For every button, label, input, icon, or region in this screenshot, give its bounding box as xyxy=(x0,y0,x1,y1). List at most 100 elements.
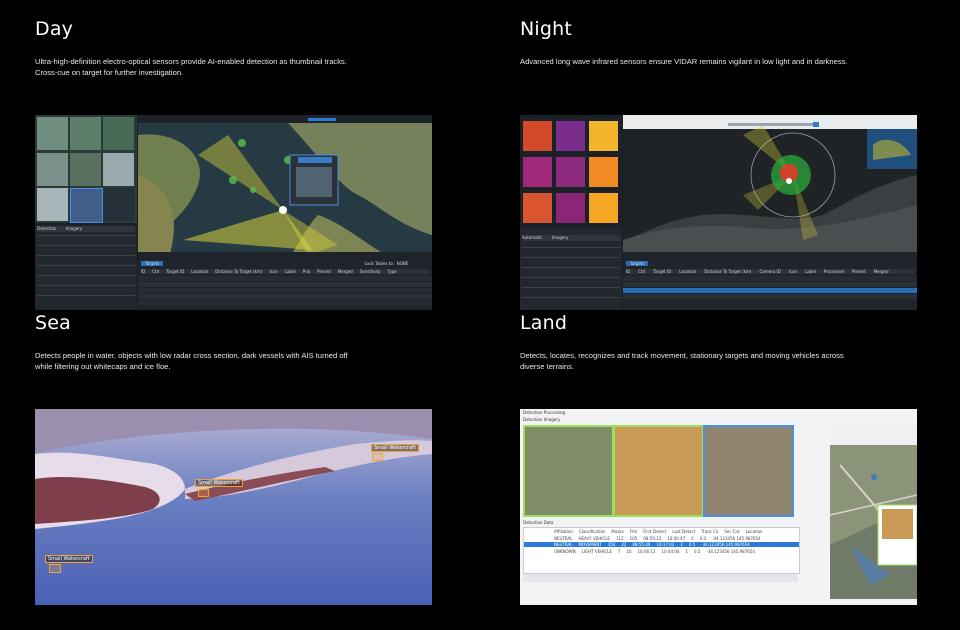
night-col-camera-id[interactable]: Camera ID xyxy=(759,269,780,274)
day-col-prio[interactable]: Prio xyxy=(303,269,311,274)
cell: 112 xyxy=(615,536,624,541)
day-col-ctrl[interactable]: Ctrl xyxy=(152,269,159,274)
land-col-last-detect[interactable]: Last Detect xyxy=(672,529,695,534)
day-col-location[interactable]: Location xyxy=(191,269,208,274)
land-col-frm[interactable]: Frm xyxy=(630,529,637,534)
night-map[interactable] xyxy=(623,115,917,260)
cell: 22 xyxy=(621,542,627,547)
day-col-distance[interactable]: Distance To Target (km) xyxy=(215,269,262,274)
table-row[interactable] xyxy=(138,294,432,299)
land-col-classification[interactable]: Classification xyxy=(579,529,605,534)
cell: 7 xyxy=(617,549,621,554)
land-col-first-detect[interactable]: First Detect xyxy=(643,529,666,534)
cell: UNKNOWN xyxy=(554,549,576,554)
cell: -34.123456 145.987654 xyxy=(712,536,761,541)
night-col-distance[interactable]: Distance To Target (km) xyxy=(704,269,751,274)
cell: 10:00:47 xyxy=(667,536,686,541)
night-title: Night xyxy=(520,18,573,40)
day-targets-table: Targets Lock Tables to : NONE ID Ctrl Ta… xyxy=(138,260,432,310)
cell: 150 xyxy=(607,542,616,547)
land-col-location[interactable]: Location xyxy=(746,529,763,534)
cell: 0.0 xyxy=(699,536,707,541)
day-map[interactable] xyxy=(138,115,432,260)
day-tab-targets[interactable]: Targets xyxy=(141,261,164,266)
day-description: Ultra-high-definition electro-optical se… xyxy=(35,57,347,77)
land-col-masks[interactable]: Masks xyxy=(611,529,623,534)
detection-box[interactable] xyxy=(49,564,61,573)
sea-image: Small Watercraft Small Watercraft Small … xyxy=(35,409,432,605)
cell: -34.123456 145.987654 xyxy=(701,542,750,547)
night-detail-tab-imagery[interactable]: Imagery xyxy=(552,235,569,240)
night-screenshot: Automatic Imagery Targets ID Ctrl Target… xyxy=(520,115,917,310)
table-row[interactable] xyxy=(623,288,917,293)
land-bottom-toolbar xyxy=(523,574,798,582)
night-detail-tab-automatic[interactable]: Automatic xyxy=(522,235,543,240)
detection-label: Small Watercraft xyxy=(371,444,419,452)
land-imagery-label: Detection Imagery xyxy=(523,417,561,422)
sea-description: Detects people in water, objects with lo… xyxy=(35,351,348,371)
land-data-table: Affiliation Classification Masks Frm Fir… xyxy=(523,527,800,574)
cell: 08:55:13 xyxy=(643,536,662,541)
table-row[interactable] xyxy=(623,282,917,287)
cell: 10:06:13 xyxy=(637,549,656,554)
detection-box[interactable] xyxy=(198,489,209,497)
night-tab-targets[interactable]: Targets xyxy=(626,261,649,266)
day-col-pinned[interactable]: Pinned xyxy=(317,269,331,274)
night-col-label[interactable]: Label xyxy=(805,269,816,274)
table-row[interactable]: NEUTRAL MOVEMENT 150 22 08:55:40 10:17:0… xyxy=(524,542,799,547)
night-col-target-id[interactable]: Target ID xyxy=(653,269,671,274)
land-col-sec-cnt[interactable]: Sec Cnt xyxy=(724,529,739,534)
cell: NEUTRAL xyxy=(554,536,573,541)
day-screenshot: Detection Imagery Targets Lock Tables to… xyxy=(35,115,432,310)
cell: HEAVY VEHICLE xyxy=(578,536,610,541)
land-summary-label: Detection Data xyxy=(523,520,554,525)
day-col-icon[interactable]: Icon xyxy=(269,269,277,274)
night-col-icon[interactable]: Icon xyxy=(789,269,797,274)
day-col-label[interactable]: Label xyxy=(285,269,296,274)
day-col-target-id[interactable]: Target ID xyxy=(166,269,184,274)
cell: 1 xyxy=(685,549,688,554)
detection-box[interactable] xyxy=(372,453,383,461)
cell: 16 xyxy=(626,549,632,554)
cell: 08:55:40 xyxy=(632,542,651,547)
day-col-sensitivity[interactable]: Sensitivity xyxy=(360,269,381,274)
day-section: Day Ultra-high-definition electro-optica… xyxy=(35,18,455,77)
land-image-1[interactable] xyxy=(523,425,614,517)
cell: NEUTRAL xyxy=(554,542,573,547)
day-detail-tab-imagery[interactable]: Imagery xyxy=(66,226,83,231)
cell: 10:17:02 xyxy=(656,542,675,547)
day-detail-panel: Detection Imagery xyxy=(35,225,137,310)
night-targets-table: Targets ID Ctrl Target ID Location Dista… xyxy=(623,260,917,310)
day-col-id[interactable]: ID xyxy=(141,269,145,274)
night-col-merged[interactable]: Merged xyxy=(874,269,889,274)
night-col-pinned[interactable]: Pinned xyxy=(852,269,866,274)
land-col-affiliation[interactable]: Affiliation xyxy=(554,529,573,534)
detection-label: Small Watercraft xyxy=(45,555,93,563)
land-window-title: Detection Processing xyxy=(523,410,566,415)
night-col-id[interactable]: ID xyxy=(626,269,630,274)
land-image-2[interactable] xyxy=(613,425,704,517)
table-row[interactable] xyxy=(138,282,432,287)
night-col-location[interactable]: Location xyxy=(679,269,696,274)
day-col-merged[interactable]: Merged xyxy=(338,269,353,274)
table-row[interactable] xyxy=(623,276,917,281)
table-row[interactable] xyxy=(623,294,917,299)
day-col-type[interactable]: Type xyxy=(388,269,397,274)
land-image-3[interactable] xyxy=(703,425,794,517)
night-col-processed[interactable]: Processed xyxy=(824,269,844,274)
land-map[interactable] xyxy=(830,425,917,599)
land-col-track-co[interactable]: Track Co xyxy=(701,529,718,534)
night-col-ctrl[interactable]: Ctrl xyxy=(638,269,645,274)
table-row[interactable] xyxy=(138,300,432,305)
day-lock-label: Lock Tables to : NONE xyxy=(364,261,409,266)
sea-section: Sea Detects people in water, objects wit… xyxy=(35,312,455,371)
land-section: Land Detects, locates, recognizes and tr… xyxy=(520,312,940,371)
table-row[interactable] xyxy=(138,288,432,293)
cell: 2 xyxy=(691,536,694,541)
table-row[interactable] xyxy=(138,276,432,281)
day-table-header: ID Ctrl Target ID Location Distance To T… xyxy=(141,269,429,274)
table-row[interactable]: UNKNOWN LIGHT VEHICLE 7 16 10:06:13 10:4… xyxy=(554,549,794,554)
day-detail-tab-detection[interactable]: Detection xyxy=(37,226,56,231)
table-row[interactable]: NEUTRAL HEAVY VEHICLE 112 105 08:55:13 1… xyxy=(554,536,794,541)
cell: -34.123456 145.987654 xyxy=(706,549,755,554)
